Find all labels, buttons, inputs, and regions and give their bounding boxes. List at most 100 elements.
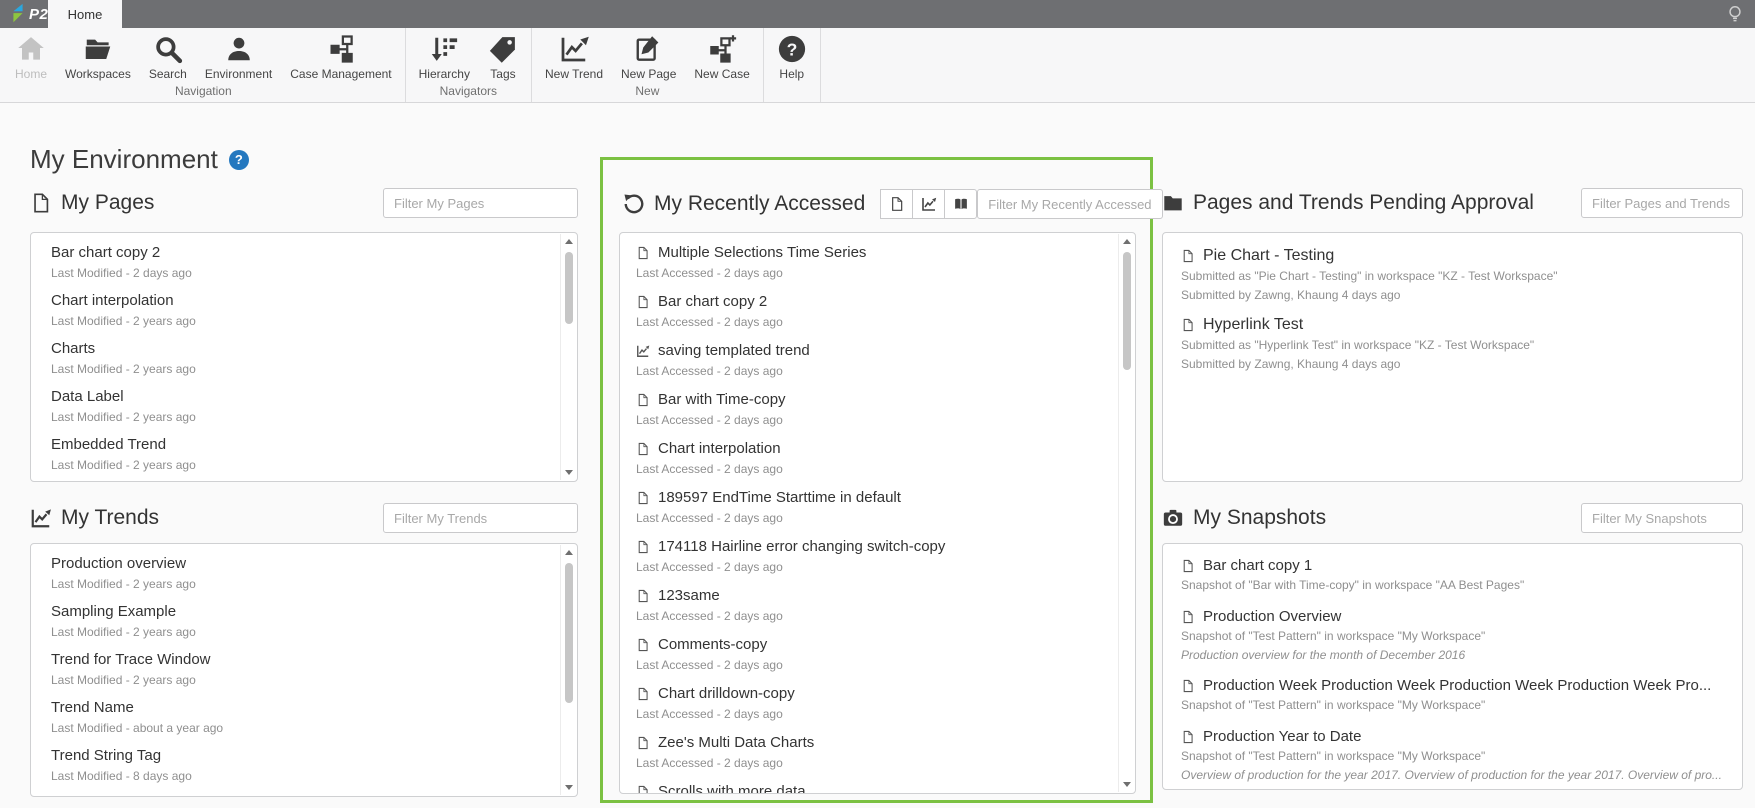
ribbon-group-help: ? Help [763, 28, 821, 102]
ribbon-button-home[interactable]: Home [6, 33, 56, 82]
ribbon-group-label: Navigators [410, 82, 527, 102]
pending-item-page[interactable]: Pie Chart - Testing Submitted as "Pie Ch… [1181, 245, 1742, 305]
page-icon [1181, 678, 1195, 694]
my-pages-title: My Pages [61, 191, 154, 215]
page-icon [636, 490, 650, 506]
book-icon [953, 196, 969, 212]
my-pages-list: Bar chart copy 2 Last Modified - 2 days … [30, 232, 578, 482]
ribbon-group-label [768, 83, 816, 102]
page-title-row: My Environment ? [30, 144, 249, 175]
snapshot-item-page[interactable]: Bar chart copy 1 Snapshot of "Bar with T… [1181, 556, 1742, 595]
ribbon-button-hierarchy[interactable]: Hierarchy [410, 33, 479, 82]
trend-list-item[interactable]: Trend for Trace Window Last Modified - 2… [51, 650, 577, 698]
svg-text:?: ? [786, 39, 797, 59]
recent-item-page[interactable]: 123same Last Accessed - 2 days ago [636, 586, 1135, 635]
recent-item-page[interactable]: Chart drilldown-copy Last Accessed - 2 d… [636, 684, 1135, 733]
pending-approval-title: Pages and Trends Pending Approval [1193, 191, 1534, 215]
ribbon-button-new-case[interactable]: New Case [685, 33, 758, 82]
page-icon [636, 392, 650, 408]
ribbon-button-tags[interactable]: Tags [479, 33, 527, 82]
ribbon-button-environment[interactable]: Environment [196, 33, 281, 82]
scroll-down-button[interactable] [1119, 777, 1134, 792]
recent-item-page[interactable]: Scrolls with more data [636, 782, 1135, 794]
ribbon-group-navigators: Hierarchy Tags Navigators [405, 28, 531, 102]
help-icon[interactable]: ? [229, 150, 249, 170]
page-icon [1181, 609, 1195, 625]
trend-icon [636, 343, 650, 359]
page-icon [30, 192, 52, 214]
scroll-thumb[interactable] [565, 252, 573, 324]
scroll-thumb[interactable] [1123, 252, 1131, 370]
ribbon-button-case-management[interactable]: Case Management [281, 33, 400, 82]
filter-pages-trends-input[interactable] [1581, 188, 1743, 218]
scroll-thumb[interactable] [565, 563, 573, 703]
ribbon-button-search[interactable]: Search [140, 33, 196, 82]
ribbon-group-navigation: Home Workspaces Search Environment [2, 28, 405, 102]
snapshot-item-page[interactable]: Production Week Production Week Producti… [1181, 676, 1742, 715]
trend-list-item[interactable]: Production overview Last Modified - 2 ye… [51, 554, 577, 602]
page-icon [636, 441, 650, 457]
ribbon-group-new: New Trend New Page New Case New [531, 28, 763, 102]
trend-list-item[interactable]: Trend Name Last Modified - about a year … [51, 698, 577, 746]
page-icon [1181, 729, 1195, 745]
view-toggle-trend[interactable] [912, 189, 945, 219]
view-toggle-group [881, 189, 977, 219]
page-list-item[interactable]: Data Label Last Modified - 2 years ago [51, 387, 577, 435]
page-list-item[interactable]: Embedded Trend Last Modified - 2 years a… [51, 435, 577, 482]
ribbon-button-new-trend[interactable]: New Trend [536, 33, 612, 82]
scrollbar[interactable] [560, 234, 576, 480]
workspaces-icon [83, 34, 113, 64]
page-list-item[interactable]: Chart interpolation Last Modified - 2 ye… [51, 291, 577, 339]
page-icon [636, 588, 650, 604]
snapshot-item-page[interactable]: Production Overview Snapshot of "Test Pa… [1181, 607, 1742, 664]
view-toggle-page[interactable] [880, 189, 913, 219]
folder-icon [1162, 192, 1184, 214]
page-list-item[interactable]: Bar chart copy 2 Last Modified - 2 days … [51, 243, 577, 291]
recent-item-page[interactable]: Bar with Time-copy Last Accessed - 2 day… [636, 390, 1135, 439]
titlebar: P2 Home [0, 0, 1755, 28]
scroll-up-button[interactable] [1119, 234, 1134, 249]
pending-approval-header: Pages and Trends Pending Approval [1162, 188, 1743, 218]
scroll-down-button[interactable] [561, 780, 576, 795]
recent-item-page[interactable]: Chart interpolation Last Accessed - 2 da… [636, 439, 1135, 488]
trend-list-item[interactable]: Sampling Example Last Modified - 2 years… [51, 602, 577, 650]
case-management-icon [326, 34, 356, 64]
pending-item-page[interactable]: Hyperlink Test Submitted as "Hyperlink T… [1181, 314, 1742, 374]
history-icon [623, 193, 645, 215]
trend-list-item[interactable]: Trend String Tag Last Modified - 8 days … [51, 746, 577, 794]
recent-item-page[interactable]: Multiple Selections Time Series Last Acc… [636, 243, 1135, 292]
hierarchy-icon [429, 34, 459, 64]
recent-item-page[interactable]: 174118 Hairline error changing switch-co… [636, 537, 1135, 586]
p2-logo-mark [9, 3, 27, 25]
tab-home[interactable]: Home [48, 0, 122, 28]
recent-item-page[interactable]: 189597 EndTime Starttime in default Last… [636, 488, 1135, 537]
filter-my-trends-input[interactable] [383, 503, 578, 533]
scrollbar[interactable] [1118, 234, 1134, 792]
recent-item-page[interactable]: Bar chart copy 2 Last Accessed - 2 days … [636, 292, 1135, 341]
page-icon [889, 196, 905, 212]
ribbon-button-help[interactable]: ? Help [768, 33, 816, 82]
page-icon [636, 637, 650, 653]
p2-logo-text: P2 [29, 6, 48, 23]
filter-my-snapshots-input[interactable] [1581, 503, 1743, 533]
home-icon [16, 34, 46, 64]
my-trends-title: My Trends [61, 506, 159, 530]
filter-my-pages-input[interactable] [383, 188, 578, 218]
lightbulb-icon[interactable] [1724, 3, 1746, 25]
recent-item-page[interactable]: Comments-copy Last Accessed - 2 days ago [636, 635, 1135, 684]
p2-logo: P2 [9, 2, 48, 26]
filter-recently-accessed-input[interactable] [977, 189, 1163, 219]
recent-item-trend[interactable]: saving templated trend Last Accessed - 2… [636, 341, 1135, 390]
view-toggle-book[interactable] [944, 189, 977, 219]
new-page-icon [634, 34, 664, 64]
my-snapshots-header: My Snapshots [1162, 503, 1743, 533]
scroll-down-button[interactable] [561, 465, 576, 480]
recent-item-page[interactable]: Zee's Multi Data Charts Last Accessed - … [636, 733, 1135, 782]
scroll-up-button[interactable] [561, 234, 576, 249]
scroll-up-button[interactable] [561, 545, 576, 560]
ribbon-button-new-page[interactable]: New Page [612, 33, 685, 82]
scrollbar[interactable] [560, 545, 576, 795]
ribbon-button-workspaces[interactable]: Workspaces [56, 33, 140, 82]
snapshot-item-page[interactable]: Production Year to Date Snapshot of "Tes… [1181, 727, 1742, 784]
page-list-item[interactable]: Charts Last Modified - 2 years ago [51, 339, 577, 387]
